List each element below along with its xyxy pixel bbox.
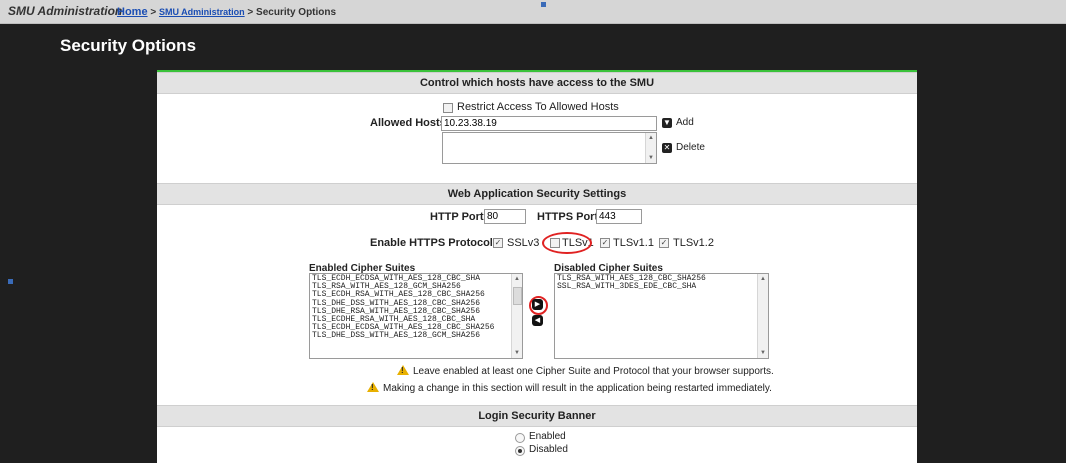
chevron-down-icon: ▼ bbox=[663, 118, 671, 127]
delete-host-button[interactable]: ✕ bbox=[662, 143, 672, 153]
tlsv12-checkbox[interactable]: ✓ bbox=[659, 238, 669, 248]
disabled-ciphers-items: TLS_RSA_WITH_AES_128_CBC_SHA256 SSL_RSA_W… bbox=[555, 274, 768, 291]
move-to-enabled-button[interactable]: ◀ bbox=[532, 315, 543, 326]
restrict-access-label: Restrict Access To Allowed Hosts bbox=[457, 101, 619, 113]
access-section-header: Control which hosts have access to the S… bbox=[157, 72, 917, 94]
breadcrumb: Home > SMU Administration > Security Opt… bbox=[117, 6, 336, 18]
banner-enabled-radio[interactable] bbox=[515, 433, 525, 443]
scroll-down-icon[interactable]: ▼ bbox=[759, 349, 767, 357]
cipher-suite-option[interactable]: SSL_RSA_WITH_3DES_EDE_CBC_SHA bbox=[557, 282, 768, 291]
cipher-warning-text: Leave enabled at least one Cipher Suite … bbox=[413, 366, 774, 377]
https-protocols-label: Enable HTTPS Protocols: bbox=[370, 237, 503, 249]
enabled-ciphers-list[interactable]: TLS_ECDH_ECDSA_WITH_AES_128_CBC_SHA TLS_R… bbox=[309, 273, 523, 359]
cipher-warning: Leave enabled at least one Cipher Suite … bbox=[397, 365, 774, 377]
banner-enabled-label: Enabled bbox=[529, 431, 566, 442]
https-port-label: HTTPS Port: bbox=[537, 211, 602, 223]
tlsv11-checkbox[interactable]: ✓ bbox=[600, 238, 610, 248]
warning-icon bbox=[397, 365, 409, 375]
warning-icon bbox=[367, 382, 379, 392]
cipher-suite-option[interactable]: TLS_DHE_DSS_WITH_AES_128_GCM_SHA256 bbox=[312, 332, 522, 340]
window-marker bbox=[541, 2, 546, 7]
allowed-hosts-input[interactable] bbox=[441, 116, 657, 131]
breadcrumb-separator: > bbox=[247, 7, 254, 18]
arrow-right-icon: ▶ bbox=[534, 301, 541, 308]
http-port-input[interactable] bbox=[484, 209, 526, 224]
enabled-list-scrollbar[interactable]: ▲ ▼ bbox=[511, 274, 522, 358]
http-port-label: HTTP Port: bbox=[430, 211, 488, 223]
scroll-up-icon[interactable]: ▲ bbox=[647, 134, 655, 142]
tlsv12-label: TLSv1.2 bbox=[673, 237, 714, 249]
scroll-down-icon[interactable]: ▼ bbox=[647, 154, 655, 162]
app-title: SMU Administration bbox=[8, 4, 123, 18]
banner-disabled-radio[interactable] bbox=[515, 446, 525, 456]
allowed-hosts-label: Allowed Hosts: bbox=[370, 117, 450, 129]
settings-panel: Control which hosts have access to the S… bbox=[157, 70, 917, 463]
move-to-disabled-button[interactable]: ▶ bbox=[532, 299, 543, 310]
scroll-up-icon[interactable]: ▲ bbox=[513, 275, 521, 283]
page-title: Security Options bbox=[60, 36, 197, 55]
tlsv11-label: TLSv1.1 bbox=[613, 237, 654, 249]
sslv3-label: SSLv3 bbox=[507, 237, 540, 249]
web-security-section-header: Web Application Security Settings bbox=[157, 183, 917, 205]
top-bar: SMU Administration Home > SMU Administra… bbox=[0, 0, 1066, 24]
https-port-input[interactable] bbox=[596, 209, 642, 224]
restart-warning: Making a change in this section will res… bbox=[367, 382, 772, 394]
breadcrumb-smu-admin-link[interactable]: SMU Administration bbox=[159, 7, 245, 17]
side-marker bbox=[8, 279, 13, 284]
hosts-list-scrollbar[interactable]: ▲ ▼ bbox=[645, 133, 656, 163]
tlsv1-highlight-annotation bbox=[542, 232, 592, 254]
banner-disabled-label: Disabled bbox=[529, 444, 568, 455]
restrict-access-checkbox[interactable] bbox=[443, 103, 453, 113]
breadcrumb-home-link[interactable]: Home bbox=[117, 6, 148, 18]
scroll-up-icon[interactable]: ▲ bbox=[759, 275, 767, 283]
allowed-hosts-list[interactable]: ▲ ▼ bbox=[442, 132, 657, 164]
add-host-label[interactable]: Add bbox=[676, 117, 694, 128]
arrow-left-icon: ◀ bbox=[534, 317, 541, 324]
sslv3-checkbox[interactable]: ✓ bbox=[493, 238, 503, 248]
scroll-down-icon[interactable]: ▼ bbox=[513, 349, 521, 357]
scroll-thumb[interactable] bbox=[513, 287, 522, 305]
restart-warning-text: Making a change in this section will res… bbox=[383, 383, 772, 394]
breadcrumb-separator: > bbox=[150, 7, 157, 18]
delete-host-label[interactable]: Delete bbox=[676, 142, 705, 153]
enabled-ciphers-items: TLS_ECDH_ECDSA_WITH_AES_128_CBC_SHA TLS_R… bbox=[310, 274, 522, 341]
breadcrumb-current: Security Options bbox=[256, 7, 337, 18]
add-host-button[interactable]: ▼ bbox=[662, 118, 672, 128]
login-banner-section-header: Login Security Banner bbox=[157, 405, 917, 427]
close-icon: ✕ bbox=[663, 143, 671, 152]
disabled-ciphers-list[interactable]: TLS_RSA_WITH_AES_128_CBC_SHA256 SSL_RSA_W… bbox=[554, 273, 769, 359]
disabled-list-scrollbar[interactable]: ▲ ▼ bbox=[757, 274, 768, 358]
